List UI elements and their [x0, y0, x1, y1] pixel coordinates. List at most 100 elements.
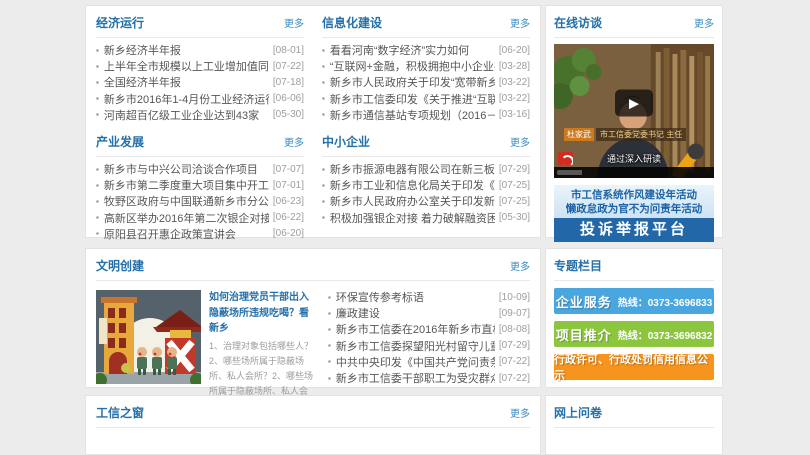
news-item[interactable]: 新乡市工信委探望阳光村留守儿童和孤儿 [07-29]: [328, 338, 530, 354]
interview-video[interactable]: ▶ 杜家武 市工信委党委书记 主任 通过深入研读: [554, 44, 714, 178]
more-link-interview[interactable]: 更多: [694, 15, 714, 30]
banner-project-promotion-hotline: 热线：0373-3696832: [618, 327, 713, 342]
more-link-sme[interactable]: 更多: [510, 134, 530, 149]
news-item-date: [05-30]: [273, 109, 304, 120]
news-item-title[interactable]: 新乡市通信基站专项规划（2016－2020）通过专家评: [330, 107, 495, 123]
news-item-title[interactable]: 新乡市工信委干部职工为受灾群众捐款: [336, 370, 495, 386]
news-item[interactable]: 新乡市振源电器有限公司在新三板成功挂牌 [07-29]: [322, 161, 530, 177]
news-item-title[interactable]: 新乡市人民政府关于印发“宽带新乡”行动计划: [330, 74, 495, 90]
news-item-title[interactable]: 上半年全市规模以上工业增加值同比增长8.3%: [104, 58, 269, 74]
news-item[interactable]: “互联网+金融，积极拥抱中小企业共赢2016新契 [03-28]: [322, 58, 530, 74]
news-item-title[interactable]: 河南超百亿级工业企业达到43家: [104, 107, 269, 123]
news-item-date: [08-01]: [273, 45, 304, 56]
news-item-title[interactable]: 新乡市工信委印发《关于推进“互联网+制造业”的实: [330, 91, 495, 107]
news-item[interactable]: 新乡市第二季度重大项目集中开工 [07-01]: [96, 177, 304, 193]
banner-enterprise-service-label: 企业服务: [556, 292, 612, 311]
civilization-content: 如何治理党员干部出入隐蔽场所违规吃喝？看新乡 1、治理对象包括哪些人？2、哪些场…: [96, 281, 530, 401]
news-item-title[interactable]: 牧野区政府与中国联通新乡市分公司达成战略合作共识: [104, 193, 269, 209]
banner-project-promotion-label: 项目推介: [556, 325, 612, 344]
more-link-window[interactable]: 更多: [510, 405, 530, 420]
news-item[interactable]: 新乡市工业和信息化局关于印发《2014年担保公司、小 [07-25]: [322, 177, 530, 193]
news-item-title[interactable]: 看看河南“数字经济”实力如何: [330, 42, 495, 58]
news-item-title[interactable]: 新乡市与中兴公司洽谈合作项目: [104, 161, 269, 177]
news-item-date: [06-20]: [499, 45, 530, 56]
banner-enterprise-service[interactable]: 企业服务 热线：0373-3696833: [554, 288, 714, 314]
complaint-banner[interactable]: 市工信系统作风建设年活动 懒政怠政为官不为问责年活动 投诉举报平台: [554, 185, 714, 242]
news-item[interactable]: 新乡市人民政府办公室关于印发新乡市小额贷款公司风 [07-25]: [322, 193, 530, 209]
news-list-industry: 新乡市与中兴公司洽谈合作项目 [07-07] 新乡市第二季度重大项目集中开工 […: [96, 161, 304, 242]
news-item[interactable]: 看看河南“数字经济”实力如何 [06-20]: [322, 42, 530, 58]
civilization-cartoon-thumbnail[interactable]: [96, 290, 201, 384]
news-item-title[interactable]: 全国经济半年报: [104, 74, 269, 90]
news-item[interactable]: 全国经济半年报 [07-18]: [96, 74, 304, 90]
news-item[interactable]: 积极加强银企对接 着力破解融资困难 [05-30]: [322, 210, 530, 226]
news-item-title[interactable]: 积极加强银企对接 着力破解融资困难: [330, 210, 495, 226]
more-link-civilization[interactable]: 更多: [510, 258, 530, 273]
news-item-title[interactable]: 新乡市工信委在2016年新乡市直机关游泳比赛中获得好: [336, 321, 495, 337]
news-item-title[interactable]: 新乡市2016年1-4月份工业经济运行情况: [104, 91, 269, 107]
news-item-title[interactable]: 新乡市第二季度重大项目集中开工: [104, 177, 269, 193]
featured-article-title[interactable]: 如何治理党员干部出入隐蔽场所违规吃喝？看新乡: [209, 290, 314, 337]
news-item-date: [08-08]: [499, 324, 530, 335]
play-icon: ▶: [629, 96, 639, 109]
news-item[interactable]: 新乡经济半年报 [08-01]: [96, 42, 304, 58]
featured-article-text: 如何治理党员干部出入隐蔽场所违规吃喝？看新乡 1、治理对象包括哪些人？2、哪些场…: [209, 290, 314, 401]
news-item-title[interactable]: 环保宣传参考标语: [336, 289, 495, 305]
news-item-title[interactable]: 中共中央印发《中国共产党问责条例》: [336, 354, 495, 370]
news-item[interactable]: 上半年全市规模以上工业增加值同比增长8.3% [07-22]: [96, 58, 304, 74]
news-item-date: [07-22]: [273, 61, 304, 72]
featured-article[interactable]: 如何治理党员干部出入隐蔽场所违规吃喝？看新乡 1、治理对象包括哪些人？2、哪些场…: [96, 281, 314, 401]
section-title-economy: 经济运行: [96, 14, 144, 31]
section-title-sme: 中小企业: [322, 133, 370, 150]
news-item-title[interactable]: 廉政建设: [336, 305, 495, 321]
section-header-window: 工信之窗 更多: [96, 396, 530, 428]
news-item[interactable]: 新乡市工信委在2016年新乡市直机关游泳比赛中获得好 [08-08]: [328, 321, 530, 337]
news-item-date: [03-16]: [499, 109, 530, 120]
play-button[interactable]: ▶: [615, 89, 653, 116]
news-item-title[interactable]: “互联网+金融，积极拥抱中小企业共赢2016新契: [330, 58, 495, 74]
news-item-title[interactable]: 新乡市工信委探望阳光村留守儿童和孤儿: [336, 338, 495, 354]
news-item[interactable]: 新乡市通信基站专项规划（2016－2020）通过专家评 [03-16]: [322, 107, 530, 123]
banner-project-promotion[interactable]: 项目推介 热线：0373-3696832: [554, 321, 714, 347]
more-link-informatization[interactable]: 更多: [510, 15, 530, 30]
section-header-industry: 产业发展 更多: [96, 125, 304, 157]
news-item[interactable]: 原阳县召开惠企政策宣讲会 [06-20]: [96, 226, 304, 242]
news-item[interactable]: 高新区举办2016年第二次银企对接暨新三板培训会 [06-22]: [96, 210, 304, 226]
section-title-civilization: 文明创建: [96, 257, 144, 274]
more-link-industry[interactable]: 更多: [284, 134, 304, 149]
news-item[interactable]: 新乡市工信委干部职工为受灾群众捐款 [07-22]: [328, 370, 530, 386]
news-item[interactable]: 新乡市人民政府关于印发“宽带新乡”行动计划 [03-22]: [322, 74, 530, 90]
section-header-sme: 中小企业 更多: [322, 125, 530, 157]
interview-panel: 在线访谈 更多 ▶: [545, 5, 723, 238]
news-item-title[interactable]: 高新区举办2016年第二次银企对接暨新三板培训会: [104, 210, 269, 226]
news-item-title[interactable]: 新乡市人民政府办公室关于印发新乡市小额贷款公司风: [330, 193, 495, 209]
news-item[interactable]: 新乡市2016年1-4月份工业经济运行情况 [06-06]: [96, 91, 304, 107]
news-item-title[interactable]: 新乡市工业和信息化局关于印发《2014年担保公司、小: [330, 177, 495, 193]
news-item-date: [07-22]: [499, 356, 530, 367]
news-item[interactable]: 廉政建设 [09-07]: [328, 305, 530, 321]
news-item-title[interactable]: 新乡经济半年报: [104, 42, 269, 58]
topics-panel: 专题栏目 企业服务 热线：0373-3696833 项目推介 热线：0373-3…: [545, 248, 723, 388]
news-item-date: [03-22]: [499, 93, 530, 104]
news-item-title[interactable]: 新乡市振源电器有限公司在新三板成功挂牌: [330, 161, 495, 177]
news-item[interactable]: 新乡市与中兴公司洽谈合作项目 [07-07]: [96, 161, 304, 177]
news-item[interactable]: 中共中央印发《中国共产党问责条例》 [07-22]: [328, 354, 530, 370]
news-item[interactable]: 河南超百亿级工业企业达到43家 [05-30]: [96, 107, 304, 123]
banner-credit-disclosure[interactable]: 行政许可、行政处罚信用信息公示: [554, 354, 714, 380]
column-middle: 信息化建设 更多 看看河南“数字经济”实力如何 [06-20] “互联网+金融，…: [322, 6, 530, 237]
news-item-date: [05-30]: [499, 212, 530, 223]
news-item-title[interactable]: 原阳县召开惠企政策宣讲会: [104, 226, 269, 242]
news-item-date: [07-25]: [499, 196, 530, 207]
news-item[interactable]: 新乡市工信委印发《关于推进“互联网+制造业”的实 [03-22]: [322, 91, 530, 107]
section-title-survey: 网上问卷: [554, 404, 602, 421]
news-item[interactable]: 环保宣传参考标语 [10-09]: [328, 289, 530, 305]
news-item-date: [06-06]: [273, 93, 304, 104]
news-item-date: [07-18]: [273, 77, 304, 88]
banner-enterprise-service-hotline: 热线：0373-3696833: [618, 294, 713, 309]
complaint-platform-button[interactable]: 投诉举报平台: [554, 218, 714, 242]
news-item-date: [07-07]: [273, 164, 304, 175]
news-item[interactable]: 牧野区政府与中国联通新乡市分公司达成战略合作共识 [06-23]: [96, 193, 304, 209]
more-link-economy[interactable]: 更多: [284, 15, 304, 30]
news-item-date: [09-07]: [499, 308, 530, 319]
banner-credit-disclosure-label: 行政许可、行政处罚信用信息公示: [554, 351, 714, 383]
